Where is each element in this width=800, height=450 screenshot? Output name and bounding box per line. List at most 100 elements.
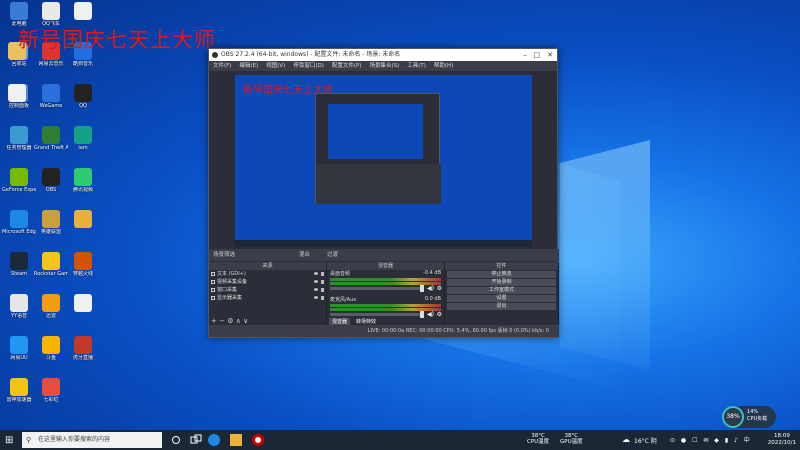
lock-icon[interactable]	[321, 288, 324, 292]
obs-taskbar-icon[interactable]	[252, 434, 264, 446]
gear-icon[interactable]: ⚙	[437, 285, 442, 292]
close-icon[interactable]: ✕	[547, 49, 553, 61]
speaker-icon[interactable]: ◀)	[427, 285, 434, 292]
taskbar: ⊞ ⚲ 在这里输入你要搜索的内容 38°C CPU温度 38°C GPU温度 ☁ 1…	[0, 430, 800, 450]
menu-item[interactable]: 视图(V)	[266, 61, 285, 71]
move-up-icon[interactable]: ∧	[236, 317, 243, 325]
menu-item[interactable]: 停靠窗口(D)	[293, 61, 324, 71]
menu-item[interactable]: 配置文件(P)	[332, 61, 362, 71]
desktop-icon[interactable]	[66, 208, 100, 248]
obs-menu-bar: 文件(F) 编辑(E) 视图(V) 停靠窗口(D) 配置文件(P) 场景集合(S) 工具(T…	[209, 61, 557, 71]
cortana-icon[interactable]	[172, 436, 180, 444]
source-item[interactable]: 视频采集设备	[209, 278, 326, 286]
volume-slider[interactable]	[330, 285, 424, 292]
preview-nested-window	[315, 93, 441, 204]
menu-item[interactable]: 帮助(H)	[434, 61, 453, 71]
source-item[interactable]: 文本 (GDI+)	[209, 270, 326, 278]
obs-title-bar[interactable]: OBS 27.2.4 (64-bit, windows) - 配置文件: 未命名…	[209, 49, 557, 61]
source-settings-icon[interactable]: ⚙	[227, 317, 233, 325]
desktop-icon-label: 网易云音乐	[38, 61, 64, 67]
desktop-icon[interactable]: Grand Theft Auto V	[34, 124, 68, 164]
visibility-icon[interactable]	[314, 280, 318, 283]
task-view-icon[interactable]	[190, 434, 202, 446]
lock-icon[interactable]	[321, 272, 324, 276]
menu-item[interactable]: 工具(T)	[407, 61, 426, 71]
volume-meter	[330, 304, 441, 307]
app-icon	[10, 126, 28, 144]
app-icon	[10, 252, 28, 270]
weather-icon[interactable]: ☁	[622, 435, 630, 444]
menu-item[interactable]: 编辑(E)	[239, 61, 258, 71]
tab-mixer[interactable]: 混音器	[329, 318, 351, 325]
lock-icon[interactable]	[321, 280, 324, 284]
desktop-icon[interactable]: Rockstar Games	[34, 250, 68, 290]
menu-item[interactable]: 场景集合(S)	[369, 61, 399, 71]
desktop-icon[interactable]: QQ	[66, 82, 100, 122]
control-button[interactable]: 工作室模式	[447, 287, 556, 294]
desktop-icon[interactable]: 穿越火线	[66, 250, 100, 290]
maximize-icon[interactable]: □	[533, 49, 540, 61]
obs-logo-icon	[212, 52, 218, 58]
volume-slider[interactable]	[330, 311, 424, 318]
desktop-icon[interactable]: 虎牙直播	[66, 334, 100, 374]
edge-icon[interactable]	[208, 434, 220, 446]
minimize-icon[interactable]: –	[524, 49, 528, 61]
control-button[interactable]: 开始录制	[447, 279, 556, 286]
desktop-icon[interactable]: Steam	[2, 250, 36, 290]
tray-icons[interactable]: ⊙ ● ☐ ✉ ◆ ▮ ♪ 中	[670, 435, 752, 444]
sources-toolbar: + − ⚙ ∧ ∨	[211, 317, 248, 325]
file-explorer-icon[interactable]	[230, 434, 242, 446]
add-source-icon[interactable]: +	[211, 317, 217, 325]
desktop-icon[interactable]: 腾讯视频	[66, 166, 100, 206]
visibility-icon[interactable]	[314, 296, 318, 299]
gear-icon[interactable]: ⚙	[437, 311, 442, 318]
desktop-icon[interactable]	[0, 82, 34, 122]
speaker-icon[interactable]: ◀)	[427, 311, 434, 318]
start-button[interactable]: ⊞	[5, 435, 13, 446]
desktop-icon[interactable]: 七彩虹	[34, 376, 68, 416]
desktop-icon-label: 腾讯视频	[72, 187, 93, 193]
move-down-icon[interactable]: ∨	[243, 317, 248, 325]
desktop-icon[interactable]	[66, 292, 100, 332]
desktop-icon-label: YY语音	[10, 313, 28, 319]
desktop-icon-label: 酷狗音乐	[72, 61, 93, 67]
menu-item[interactable]: 文件(F)	[213, 61, 231, 71]
desktop-icon[interactable]: 网易UU	[2, 334, 36, 374]
desktop-icon[interactable]: 任务管理器	[2, 124, 36, 164]
performance-widget[interactable]: 38% 14% CPU负载	[722, 406, 776, 428]
obs-window[interactable]: OBS 27.2.4 (64-bit, windows) - 配置文件: 未命名…	[208, 48, 559, 338]
desktop-icon-label: Microsoft Edge	[2, 229, 36, 235]
app-icon	[10, 294, 28, 312]
app-icon	[74, 336, 92, 354]
desktop-icon[interactable]: GeForce Experience	[2, 166, 36, 206]
source-item[interactable]: 显示器采集	[209, 294, 326, 302]
weather-text[interactable]: 16°C 阴	[634, 436, 657, 445]
source-item[interactable]: 窗口采集	[209, 286, 326, 294]
visibility-icon[interactable]	[314, 288, 318, 291]
desktop-icon[interactable]: 雷神加速器	[2, 376, 36, 416]
desktop-icon[interactable]: 斗鱼	[34, 334, 68, 374]
tab-transitions[interactable]: 转场特效	[353, 318, 379, 325]
desktop-icon[interactable]: iam	[66, 124, 100, 164]
visibility-icon[interactable]	[314, 272, 318, 275]
source-type-icon	[211, 272, 215, 276]
sources-panel: 来源 文本 (GDI+) 视频采集设备 窗口采集 显示器采集 + − ⚙ ∧ ∨	[209, 262, 327, 325]
obs-preview[interactable]: 新号国庆七天上大师	[235, 75, 532, 247]
desktop-icon[interactable]: OBS	[34, 166, 68, 206]
desktop-icon[interactable]: YY语音	[2, 292, 36, 332]
taskbar-search[interactable]: ⚲ 在这里输入你要搜索的内容	[22, 432, 162, 448]
desktop-icon[interactable]: 迅雷	[34, 292, 68, 332]
control-button[interactable]: 停止推流	[447, 271, 556, 278]
control-button[interactable]: 退出	[447, 303, 556, 310]
desktop-icon[interactable]: WeGame	[34, 82, 68, 122]
lock-icon[interactable]	[321, 296, 324, 300]
controls-panel: 控件 停止推流 开始录制 工作室模式 设置 退出	[445, 262, 559, 325]
mixer-title: 混音器	[327, 262, 444, 270]
control-button[interactable]: 设置	[447, 295, 556, 302]
channel-db: 0.0 dB	[424, 296, 441, 302]
desktop-icon[interactable]: Microsoft Edge	[2, 208, 36, 248]
desktop-icon[interactable]: 英雄联盟	[34, 208, 68, 248]
remove-source-icon[interactable]: −	[219, 317, 227, 325]
app-icon	[10, 378, 28, 396]
clock[interactable]: 18:09 2022/10/1	[768, 433, 796, 447]
